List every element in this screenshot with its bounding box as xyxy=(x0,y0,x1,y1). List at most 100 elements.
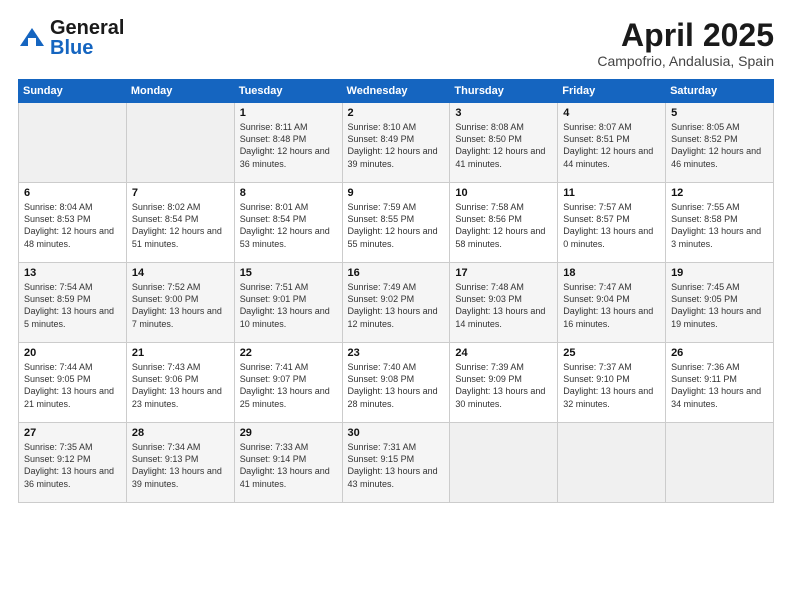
day-number: 4 xyxy=(563,107,660,119)
day-info: Sunrise: 8:10 AM Sunset: 8:49 PM Dayligh… xyxy=(348,121,445,170)
calendar-cell: 30Sunrise: 7:31 AM Sunset: 9:15 PM Dayli… xyxy=(342,423,450,503)
calendar-cell: 10 Sunrise: 7:58 AM Sunset: 8:56 PM Dayli… xyxy=(450,183,558,263)
day-info: Sunrise: 8:11 AM Sunset: 8:48 PM Dayligh… xyxy=(240,121,337,170)
day-info: Sunrise: 7:35 AM Sunset: 9:12 PM Dayligh… xyxy=(24,441,121,490)
weekday-header-wednesday: Wednesday xyxy=(342,80,450,103)
day-number: 11 xyxy=(563,187,660,199)
day-number: 29 xyxy=(240,427,337,439)
day-info: Sunrise: 7:31 AM Sunset: 9:15 PM Dayligh… xyxy=(348,441,445,490)
day-number: 15 xyxy=(240,267,337,279)
calendar-cell: 21 Sunrise: 7:43 AM Sunset: 9:06 PM Dayli… xyxy=(126,343,234,423)
calendar-cell: 6Sunrise: 8:04 AM Sunset: 8:53 PM Daylig… xyxy=(19,183,127,263)
calendar-header: SundayMondayTuesdayWednesdayThursdayFrid… xyxy=(19,80,774,103)
day-number: 5 xyxy=(671,107,768,119)
calendar-cell: 9 Sunrise: 7:59 AM Sunset: 8:55 PM Daylig… xyxy=(342,183,450,263)
day-number: 10 xyxy=(455,187,552,199)
calendar-week-1: 1Sunrise: 8:11 AM Sunset: 8:48 PM Daylig… xyxy=(19,103,774,183)
calendar-cell xyxy=(558,423,666,503)
day-number: 25 xyxy=(563,347,660,359)
day-info: Sunrise: 8:01 AM Sunset: 8:54 PM Dayligh… xyxy=(240,201,337,250)
calendar-cell: 5Sunrise: 8:05 AM Sunset: 8:52 PM Daylig… xyxy=(666,103,774,183)
calendar-cell: 28 Sunrise: 7:34 AM Sunset: 9:13 PM Dayli… xyxy=(126,423,234,503)
day-number: 12 xyxy=(671,187,768,199)
calendar-cell: 8Sunrise: 8:01 AM Sunset: 8:54 PM Daylig… xyxy=(234,183,342,263)
day-info: Sunrise: 7:44 AM Sunset: 9:05 PM Dayligh… xyxy=(24,361,121,410)
day-number: 14 xyxy=(132,267,229,279)
title-block: April 2025 Campofrio, Andalusia, Spain xyxy=(597,18,774,69)
calendar-week-4: 20 Sunrise: 7:44 AM Sunset: 9:05 PM Dayli… xyxy=(19,343,774,423)
day-info: Sunrise: 7:39 AM Sunset: 9:09 PM Dayligh… xyxy=(455,361,552,410)
calendar-cell xyxy=(450,423,558,503)
day-number: 24 xyxy=(455,347,552,359)
calendar-cell: 4Sunrise: 8:07 AM Sunset: 8:51 PM Daylig… xyxy=(558,103,666,183)
day-info: Sunrise: 7:41 AM Sunset: 9:07 PM Dayligh… xyxy=(240,361,337,410)
day-info: Sunrise: 7:52 AM Sunset: 9:00 PM Dayligh… xyxy=(132,281,229,330)
calendar-cell: 2 Sunrise: 8:10 AM Sunset: 8:49 PM Daylig… xyxy=(342,103,450,183)
calendar-cell xyxy=(19,103,127,183)
day-number: 17 xyxy=(455,267,552,279)
calendar-cell: 18 Sunrise: 7:47 AM Sunset: 9:04 PM Dayli… xyxy=(558,263,666,343)
logo-general: General xyxy=(50,18,124,38)
day-info: Sunrise: 7:34 AM Sunset: 9:13 PM Dayligh… xyxy=(132,441,229,490)
calendar-cell: 15 Sunrise: 7:51 AM Sunset: 9:01 PM Dayli… xyxy=(234,263,342,343)
calendar-cell: 19 Sunrise: 7:45 AM Sunset: 9:05 PM Dayli… xyxy=(666,263,774,343)
day-info: Sunrise: 7:57 AM Sunset: 8:57 PM Dayligh… xyxy=(563,201,660,250)
weekday-header-tuesday: Tuesday xyxy=(234,80,342,103)
day-info: Sunrise: 7:58 AM Sunset: 8:56 PM Dayligh… xyxy=(455,201,552,250)
day-number: 9 xyxy=(348,187,445,199)
day-number: 26 xyxy=(671,347,768,359)
calendar-cell: 3 Sunrise: 8:08 AM Sunset: 8:50 PM Daylig… xyxy=(450,103,558,183)
day-info: Sunrise: 7:36 AM Sunset: 9:11 PM Dayligh… xyxy=(671,361,768,410)
day-info: Sunrise: 7:49 AM Sunset: 9:02 PM Dayligh… xyxy=(348,281,445,330)
calendar-cell: 12 Sunrise: 7:55 AM Sunset: 8:58 PM Dayli… xyxy=(666,183,774,263)
calendar-cell: 26 Sunrise: 7:36 AM Sunset: 9:11 PM Dayli… xyxy=(666,343,774,423)
day-number: 13 xyxy=(24,267,121,279)
weekday-header-friday: Friday xyxy=(558,80,666,103)
calendar-body: 1Sunrise: 8:11 AM Sunset: 8:48 PM Daylig… xyxy=(19,103,774,503)
day-number: 21 xyxy=(132,347,229,359)
day-info: Sunrise: 7:33 AM Sunset: 9:14 PM Dayligh… xyxy=(240,441,337,490)
weekday-header-sunday: Sunday xyxy=(19,80,127,103)
day-info: Sunrise: 7:43 AM Sunset: 9:06 PM Dayligh… xyxy=(132,361,229,410)
weekday-header-thursday: Thursday xyxy=(450,80,558,103)
day-info: Sunrise: 7:47 AM Sunset: 9:04 PM Dayligh… xyxy=(563,281,660,330)
calendar-cell: 16 Sunrise: 7:49 AM Sunset: 9:02 PM Dayli… xyxy=(342,263,450,343)
calendar-cell: 11 Sunrise: 7:57 AM Sunset: 8:57 PM Dayli… xyxy=(558,183,666,263)
calendar-cell: 25 Sunrise: 7:37 AM Sunset: 9:10 PM Dayli… xyxy=(558,343,666,423)
weekday-header-saturday: Saturday xyxy=(666,80,774,103)
day-number: 22 xyxy=(240,347,337,359)
day-number: 3 xyxy=(455,107,552,119)
day-info: Sunrise: 7:59 AM Sunset: 8:55 PM Dayligh… xyxy=(348,201,445,250)
calendar-cell: 17 Sunrise: 7:48 AM Sunset: 9:03 PM Dayli… xyxy=(450,263,558,343)
day-number: 20 xyxy=(24,347,121,359)
calendar-cell: 29 Sunrise: 7:33 AM Sunset: 9:14 PM Dayli… xyxy=(234,423,342,503)
day-info: Sunrise: 7:51 AM Sunset: 9:01 PM Dayligh… xyxy=(240,281,337,330)
day-info: Sunrise: 8:08 AM Sunset: 8:50 PM Dayligh… xyxy=(455,121,552,170)
page: General Blue April 2025 Campofrio, Andal… xyxy=(0,0,792,612)
day-number: 2 xyxy=(348,107,445,119)
day-info: Sunrise: 7:54 AM Sunset: 8:59 PM Dayligh… xyxy=(24,281,121,330)
calendar-week-2: 6Sunrise: 8:04 AM Sunset: 8:53 PM Daylig… xyxy=(19,183,774,263)
calendar-week-5: 27Sunrise: 7:35 AM Sunset: 9:12 PM Dayli… xyxy=(19,423,774,503)
day-number: 28 xyxy=(132,427,229,439)
logo-icon xyxy=(18,24,46,52)
header: General Blue April 2025 Campofrio, Andal… xyxy=(18,18,774,69)
day-info: Sunrise: 7:55 AM Sunset: 8:58 PM Dayligh… xyxy=(671,201,768,250)
main-title: April 2025 xyxy=(597,18,774,53)
calendar-cell: 13 Sunrise: 7:54 AM Sunset: 8:59 PM Dayli… xyxy=(19,263,127,343)
day-info: Sunrise: 7:48 AM Sunset: 9:03 PM Dayligh… xyxy=(455,281,552,330)
day-number: 18 xyxy=(563,267,660,279)
calendar-cell: 14 Sunrise: 7:52 AM Sunset: 9:00 PM Dayli… xyxy=(126,263,234,343)
day-info: Sunrise: 8:02 AM Sunset: 8:54 PM Dayligh… xyxy=(132,201,229,250)
day-number: 19 xyxy=(671,267,768,279)
calendar-cell: 7 Sunrise: 8:02 AM Sunset: 8:54 PM Daylig… xyxy=(126,183,234,263)
logo-blue: Blue xyxy=(50,38,124,58)
calendar-cell: 27Sunrise: 7:35 AM Sunset: 9:12 PM Dayli… xyxy=(19,423,127,503)
day-info: Sunrise: 7:45 AM Sunset: 9:05 PM Dayligh… xyxy=(671,281,768,330)
day-number: 16 xyxy=(348,267,445,279)
day-number: 7 xyxy=(132,187,229,199)
day-info: Sunrise: 7:37 AM Sunset: 9:10 PM Dayligh… xyxy=(563,361,660,410)
calendar-week-3: 13 Sunrise: 7:54 AM Sunset: 8:59 PM Dayli… xyxy=(19,263,774,343)
calendar-cell: 20 Sunrise: 7:44 AM Sunset: 9:05 PM Dayli… xyxy=(19,343,127,423)
day-info: Sunrise: 7:40 AM Sunset: 9:08 PM Dayligh… xyxy=(348,361,445,410)
